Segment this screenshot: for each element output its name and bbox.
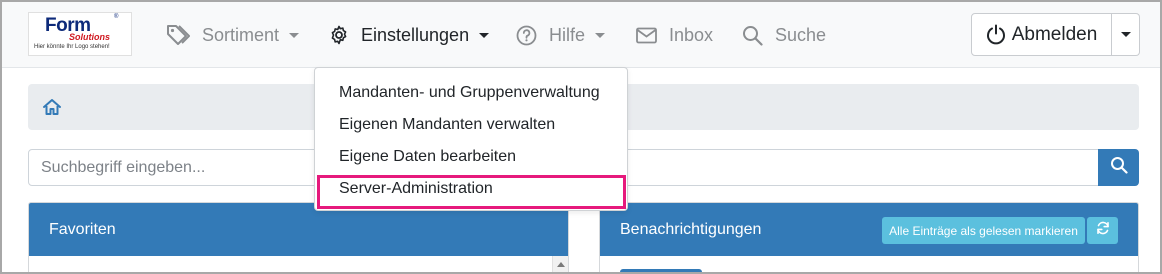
favorites-scrollbar[interactable] <box>552 256 568 272</box>
nav-sortiment-label: Sortiment <box>202 24 280 45</box>
notifications-title: Benachrichtigungen <box>620 220 762 238</box>
power-icon <box>986 24 1006 45</box>
einstellungen-dropdown-menu: Mandanten- und Gruppenverwaltung Eigenen… <box>314 67 628 211</box>
nav-hilfe[interactable]: Hilfe <box>516 22 606 48</box>
chevron-down-icon <box>479 33 490 38</box>
search-icon <box>742 25 763 46</box>
logout-button[interactable]: Abmelden <box>971 13 1112 56</box>
nav-hilfe-label: Hilfe <box>549 24 586 45</box>
refresh-button[interactable] <box>1087 217 1118 244</box>
chevron-down-icon <box>1120 32 1131 37</box>
search-button[interactable] <box>1098 149 1139 186</box>
notifications-tab[interactable] <box>620 269 702 272</box>
home-icon[interactable] <box>42 98 62 121</box>
scroll-up-icon[interactable] <box>557 262 565 267</box>
envelope-icon <box>636 27 657 44</box>
gear-icon <box>329 25 349 45</box>
nav-suche[interactable]: Suche <box>742 22 826 48</box>
company-logo[interactable]: Form ® Solutions Hier könnte Ihr Logo st… <box>28 12 132 56</box>
tags-icon <box>166 24 190 46</box>
logout-label: Abmelden <box>1011 23 1098 45</box>
nav-sortiment[interactable]: Sortiment <box>166 22 300 48</box>
question-circle-icon <box>516 25 537 46</box>
highlight-box <box>317 175 626 209</box>
favorites-panel: Favoriten <box>28 202 569 272</box>
chevron-down-icon <box>289 33 300 38</box>
nav-einstellungen[interactable]: Einstellungen <box>329 22 490 48</box>
menu-item-eigene-daten-bearbeiten[interactable]: Eigene Daten bearbeiten <box>339 148 516 166</box>
app-window: Form ® Solutions Hier könnte Ihr Logo st… <box>0 0 1162 274</box>
logo-subtitle: Solutions <box>69 32 110 42</box>
mark-all-read-button[interactable]: Alle Einträge als gelesen markieren <box>882 217 1085 244</box>
favorites-title: Favoriten <box>49 220 116 238</box>
nav-suche-label: Suche <box>775 24 827 45</box>
logout-button-group: Abmelden <box>971 13 1140 56</box>
nav-inbox[interactable]: Inbox <box>636 22 713 48</box>
logo-registered-mark: ® <box>114 14 119 20</box>
chevron-down-icon <box>595 33 606 38</box>
notifications-header: Benachrichtigungen Alle Einträge als gel… <box>600 203 1138 256</box>
menu-item-mandanten-gruppenverwaltung[interactable]: Mandanten- und Gruppenverwaltung <box>339 84 600 102</box>
nav-inbox-label: Inbox <box>669 24 714 45</box>
menu-item-eigenen-mandanten-verwalten[interactable]: Eigenen Mandanten verwalten <box>339 116 555 134</box>
nav-einstellungen-label: Einstellungen <box>361 24 470 45</box>
logout-dropdown-toggle[interactable] <box>1112 13 1140 56</box>
search-icon <box>1110 156 1128 179</box>
refresh-icon <box>1096 221 1110 240</box>
notifications-panel: Benachrichtigungen Alle Einträge als gel… <box>599 202 1139 272</box>
top-navbar: Form ® Solutions Hier könnte Ihr Logo st… <box>2 2 1160 68</box>
logo-tagline: Hier könnte Ihr Logo stehen! <box>34 44 110 50</box>
